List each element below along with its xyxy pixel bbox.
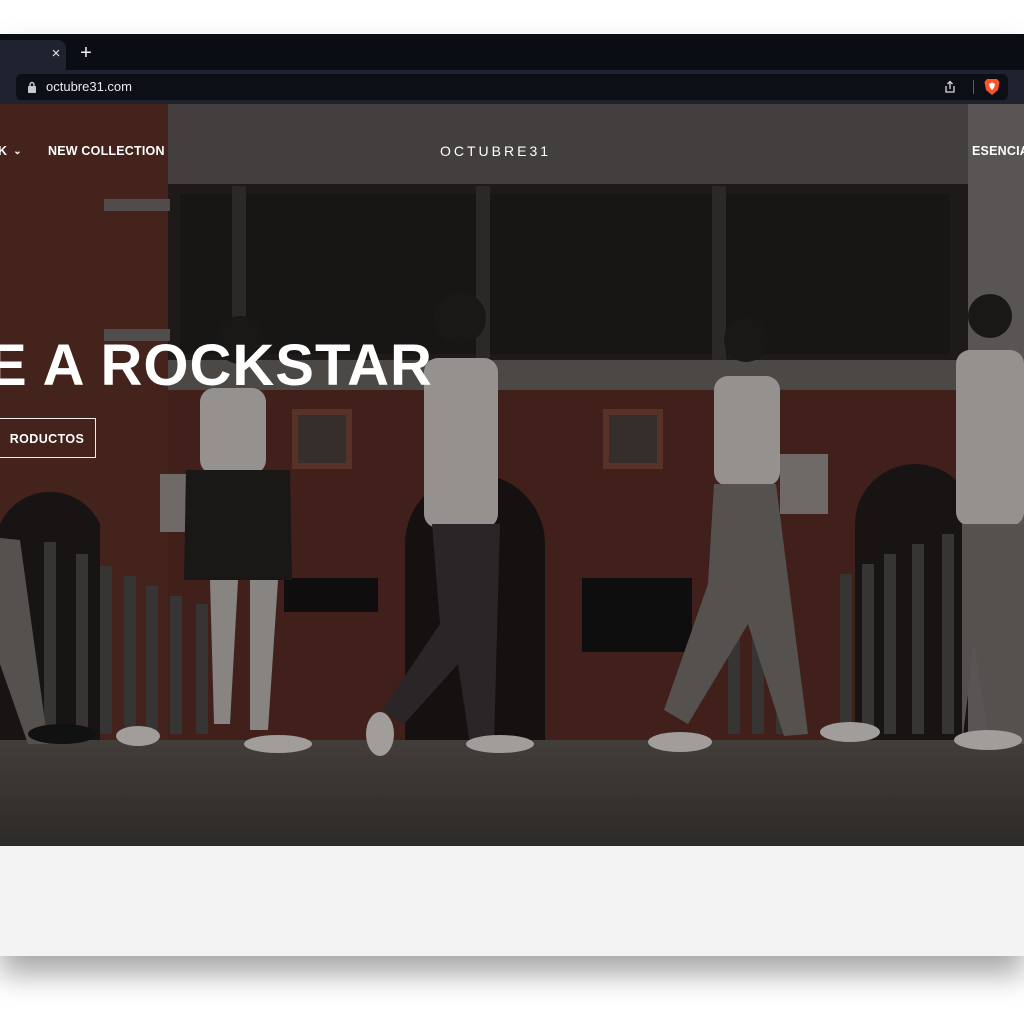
hero-banner: K ⌄ NEW COLLECTION OCTUBRE31 ESENCIA E A … (0, 104, 1024, 846)
address-bar[interactable]: octubre31.com (16, 74, 1008, 100)
nav-item-esencia[interactable]: ESENCIA (972, 144, 1024, 158)
url-text: octubre31.com (46, 79, 132, 94)
hero-headline: E A ROCKSTAR (0, 333, 433, 398)
share-icon[interactable] (943, 80, 957, 94)
hero-photo (0, 104, 1024, 846)
active-tab[interactable]: × (0, 40, 66, 70)
products-button-label: RODUCTOS (9, 432, 85, 446)
nav-item-new-collection[interactable]: NEW COLLECTION (48, 144, 165, 158)
brave-shield-icon[interactable] (984, 78, 1000, 96)
web-page: K ⌄ NEW COLLECTION OCTUBRE31 ESENCIA E A … (0, 104, 1024, 956)
products-button[interactable]: RODUCTOS (0, 418, 96, 458)
chevron-down-icon: ⌄ (13, 146, 22, 157)
lock-icon (28, 81, 36, 93)
close-icon[interactable]: × (48, 46, 64, 62)
browser-toolbar: octubre31.com (0, 70, 1024, 104)
nav-item-menu-partial[interactable]: K ⌄ (0, 144, 22, 158)
nav-item-label: K (0, 144, 8, 158)
new-tab-button[interactable]: + (76, 43, 96, 64)
browser-window: × + octubre31.com K ⌄ NEW COLLECTION OCT… (0, 34, 1024, 956)
toolbar-divider (973, 80, 974, 94)
site-logo[interactable]: OCTUBRE31 (440, 143, 551, 159)
page-below-hero (0, 846, 1024, 956)
tab-bar: × + (0, 34, 1024, 70)
